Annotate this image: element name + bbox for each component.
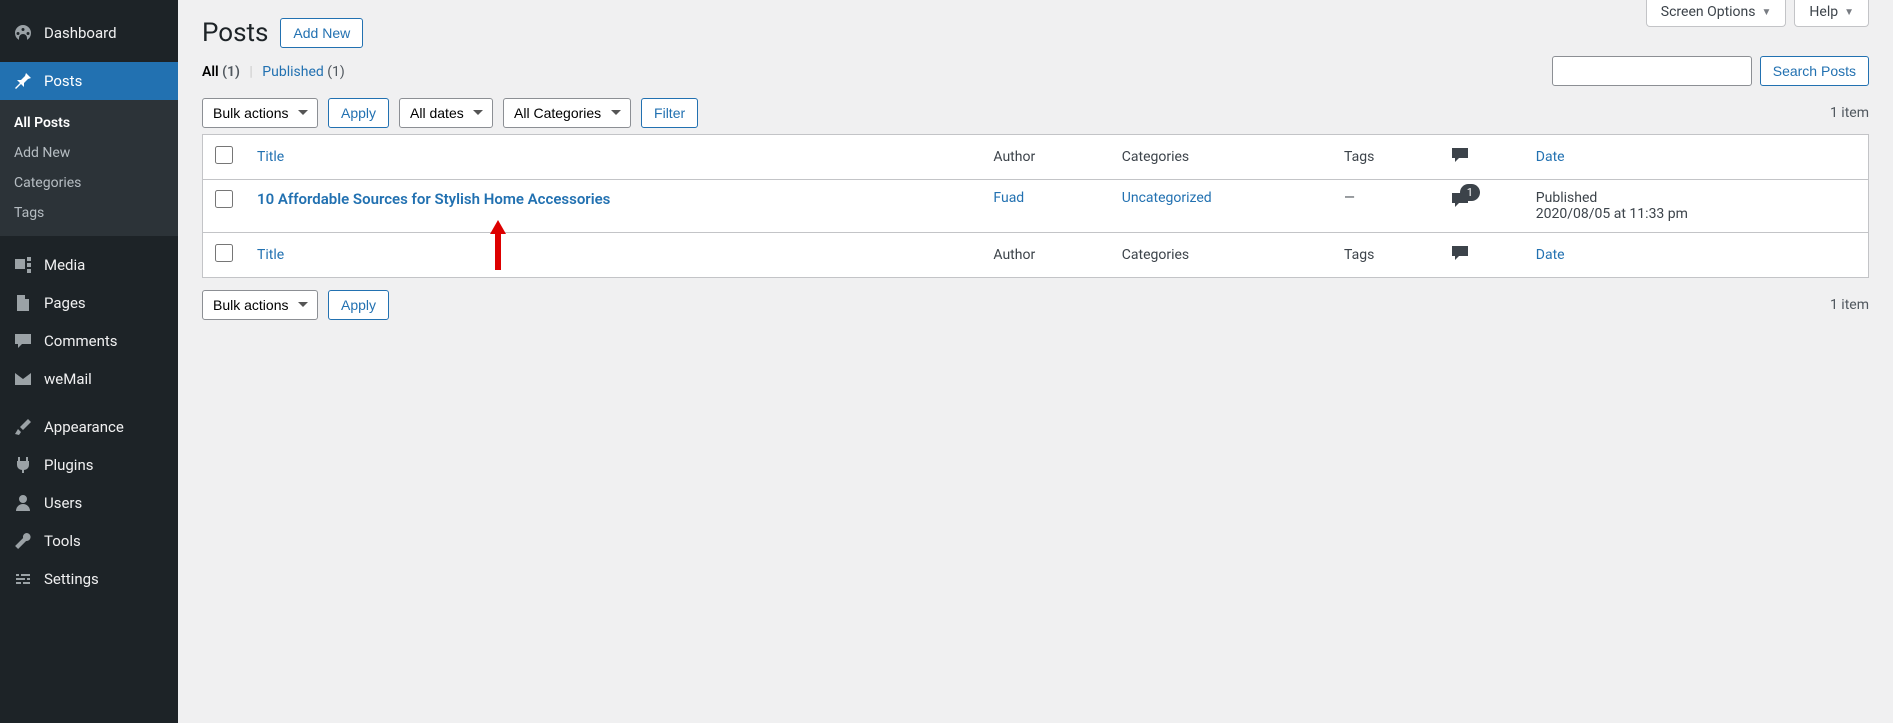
chevron-down-icon: ▼ xyxy=(1844,7,1854,18)
page-title: Posts xyxy=(202,18,268,48)
table-row: 10 Affordable Sources for Stylish Home A… xyxy=(203,180,1869,233)
settings-icon xyxy=(12,569,34,589)
sidebar-item-comments[interactable]: Comments xyxy=(0,322,178,360)
add-new-button[interactable]: Add New xyxy=(280,18,363,48)
comment-icon xyxy=(1450,243,1470,267)
col-categories: Categories xyxy=(1110,135,1332,180)
col-tags: Tags xyxy=(1332,135,1438,180)
sidebar-item-label: Users xyxy=(44,494,82,512)
sidebar-item-users[interactable]: Users xyxy=(0,484,178,522)
item-count: 1 item xyxy=(1830,105,1869,121)
screen-options-tab[interactable]: Screen Options ▼ xyxy=(1646,0,1787,27)
pin-icon xyxy=(12,71,34,91)
filter-button[interactable]: Filter xyxy=(641,98,698,128)
comment-icon xyxy=(1450,145,1470,169)
submenu-all-posts[interactable]: All Posts xyxy=(0,108,178,138)
col-title[interactable]: Title xyxy=(245,135,981,180)
filter-published[interactable]: Published (1) xyxy=(262,64,345,80)
item-count-bottom: 1 item xyxy=(1830,297,1869,313)
bulk-actions-select-bottom[interactable]: Bulk actions xyxy=(202,290,318,320)
sidebar-item-label: Plugins xyxy=(44,456,93,474)
post-category-link[interactable]: Uncategorized xyxy=(1122,190,1212,206)
col-comments xyxy=(1438,135,1524,180)
col-author-footer: Author xyxy=(981,233,1109,278)
col-tags-footer: Tags xyxy=(1332,233,1438,278)
sidebar-item-label: Tools xyxy=(44,532,81,550)
chevron-down-icon: ▼ xyxy=(1762,7,1772,18)
page-icon xyxy=(12,293,34,313)
posts-submenu: All Posts Add New Categories Tags xyxy=(0,100,178,236)
sidebar-item-label: Comments xyxy=(44,332,118,350)
col-comments-footer xyxy=(1438,233,1524,278)
filter-all[interactable]: All (1) xyxy=(202,64,240,80)
wrench-icon xyxy=(12,531,34,551)
sidebar-item-dashboard[interactable]: Dashboard xyxy=(0,14,178,52)
sidebar-item-tools[interactable]: Tools xyxy=(0,522,178,560)
sidebar-item-media[interactable]: Media xyxy=(0,246,178,284)
comment-count-bubble[interactable]: 1 xyxy=(1450,190,1470,214)
sidebar-item-pages[interactable]: Pages xyxy=(0,284,178,322)
date-filter-select[interactable]: All dates xyxy=(399,98,493,128)
sidebar-item-appearance[interactable]: Appearance xyxy=(0,408,178,446)
help-tab[interactable]: Help ▼ xyxy=(1794,0,1869,27)
brush-icon xyxy=(12,417,34,437)
col-date[interactable]: Date xyxy=(1524,135,1869,180)
sidebar-item-label: Settings xyxy=(44,570,99,588)
sidebar-item-label: Pages xyxy=(44,294,86,312)
gauge-icon xyxy=(12,23,34,43)
post-title-link[interactable]: 10 Affordable Sources for Stylish Home A… xyxy=(257,190,610,208)
sidebar-item-posts[interactable]: Posts xyxy=(0,62,178,100)
col-author: Author xyxy=(981,135,1109,180)
plug-icon xyxy=(12,455,34,475)
help-label: Help xyxy=(1809,4,1838,20)
sidebar-item-label: Media xyxy=(44,256,85,274)
apply-bulk-button-bottom[interactable]: Apply xyxy=(328,290,389,320)
screen-options-label: Screen Options xyxy=(1661,4,1756,20)
apply-bulk-button[interactable]: Apply xyxy=(328,98,389,128)
bulk-actions-select[interactable]: Bulk actions xyxy=(202,98,318,128)
sidebar-item-settings[interactable]: Settings xyxy=(0,560,178,598)
select-all-checkbox[interactable] xyxy=(215,146,233,164)
sidebar-item-plugins[interactable]: Plugins xyxy=(0,446,178,484)
mail-icon xyxy=(12,369,34,389)
admin-sidebar: Dashboard Posts All Posts Add New Catego… xyxy=(0,0,178,723)
main-content: Screen Options ▼ Help ▼ Posts Add New Al… xyxy=(178,0,1893,723)
category-filter-select[interactable]: All Categories xyxy=(503,98,631,128)
row-checkbox[interactable] xyxy=(215,190,233,208)
sidebar-item-label: Posts xyxy=(44,72,82,90)
sidebar-item-wemail[interactable]: weMail xyxy=(0,360,178,398)
submenu-categories[interactable]: Categories xyxy=(0,168,178,198)
search-posts-button[interactable]: Search Posts xyxy=(1760,56,1869,86)
submenu-tags[interactable]: Tags xyxy=(0,198,178,228)
col-date-footer[interactable]: Date xyxy=(1524,233,1869,278)
search-input[interactable] xyxy=(1552,56,1752,86)
sidebar-item-label: Appearance xyxy=(44,418,124,436)
post-tags: — xyxy=(1332,180,1438,233)
submenu-add-new[interactable]: Add New xyxy=(0,138,178,168)
sidebar-item-label: Dashboard xyxy=(44,24,117,42)
post-date: Published2020/08/05 at 11:33 pm xyxy=(1524,180,1869,233)
sidebar-item-label: weMail xyxy=(44,370,92,388)
media-icon xyxy=(12,255,34,275)
post-author-link[interactable]: Fuad xyxy=(993,190,1024,206)
posts-table: Title Author Categories Tags Date 10 Aff… xyxy=(202,134,1869,278)
user-icon xyxy=(12,493,34,513)
col-categories-footer: Categories xyxy=(1110,233,1332,278)
col-title-footer[interactable]: Title xyxy=(245,233,981,278)
comment-icon xyxy=(12,331,34,351)
select-all-checkbox-footer[interactable] xyxy=(215,244,233,262)
